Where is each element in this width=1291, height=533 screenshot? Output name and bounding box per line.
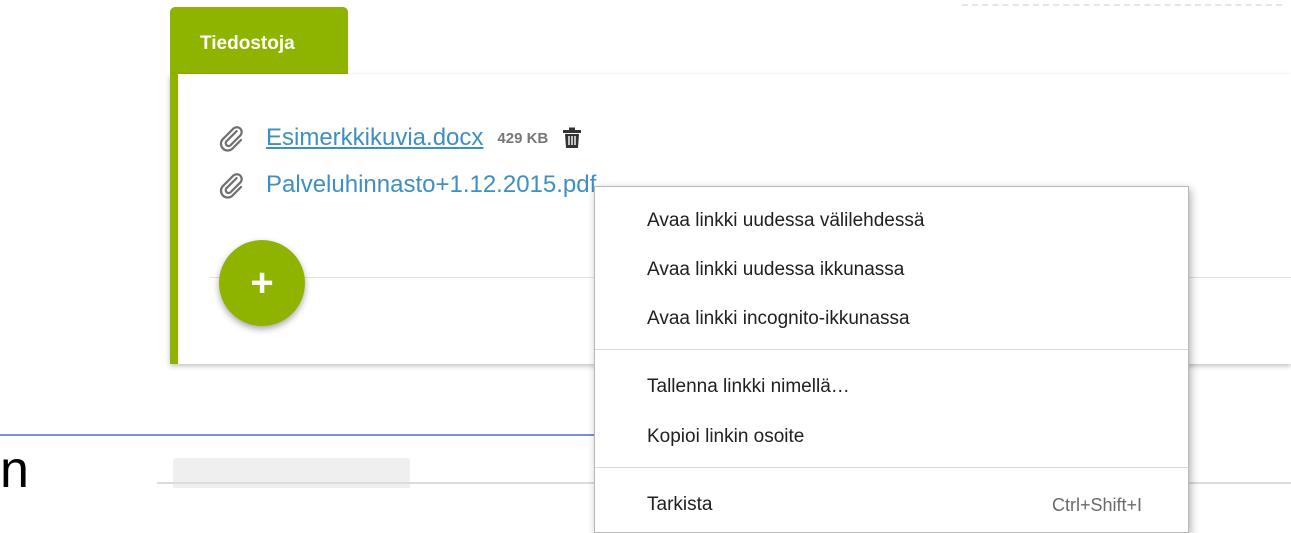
panel-tab-label: Tiedostoja: [200, 33, 295, 54]
context-menu: Avaa linkki uudessa välilehdessä Avaa li…: [594, 186, 1189, 533]
menu-shortcut: Ctrl+Shift+I: [1051, 494, 1142, 515]
menu-item-copy-link[interactable]: Kopioi linkin osoite: [595, 413, 1188, 461]
panel-tab-files[interactable]: Tiedostoja: [170, 7, 348, 77]
file-row: Palveluhinnasto+1.12.2015.pdf: [216, 165, 596, 205]
file-link[interactable]: Palveluhinnasto+1.12.2015.pdf: [266, 171, 596, 199]
menu-item-inspect[interactable]: Tarkista Ctrl+Shift+I: [595, 481, 1188, 529]
file-size: 429 KB: [497, 129, 549, 147]
menu-separator: [595, 467, 1188, 468]
dashed-divider: [962, 4, 1282, 6]
menu-item-open-new-tab[interactable]: Avaa linkki uudessa välilehdessä: [595, 197, 1188, 245]
menu-separator: [595, 349, 1188, 350]
add-file-button[interactable]: +: [219, 240, 305, 326]
trash-icon[interactable]: [562, 127, 582, 149]
file-row: Esimerkkikuvia.docx 429 KB: [216, 118, 582, 158]
menu-item-save-link[interactable]: Tallenna linkki nimellä…: [595, 363, 1188, 411]
menu-item-inspect-label: Tarkista: [647, 494, 713, 515]
menu-item-open-new-window[interactable]: Avaa linkki uudessa ikkunassa: [595, 246, 1188, 294]
menu-item-open-incognito[interactable]: Avaa linkki incognito-ikkunassa: [595, 295, 1188, 343]
file-link[interactable]: Esimerkkikuvia.docx: [266, 124, 483, 152]
paperclip-icon: [219, 126, 243, 152]
plus-icon: +: [250, 261, 274, 305]
annotation-text: n: [0, 441, 29, 499]
annotation-arrow: [0, 429, 636, 441]
paperclip-icon: [219, 173, 243, 199]
